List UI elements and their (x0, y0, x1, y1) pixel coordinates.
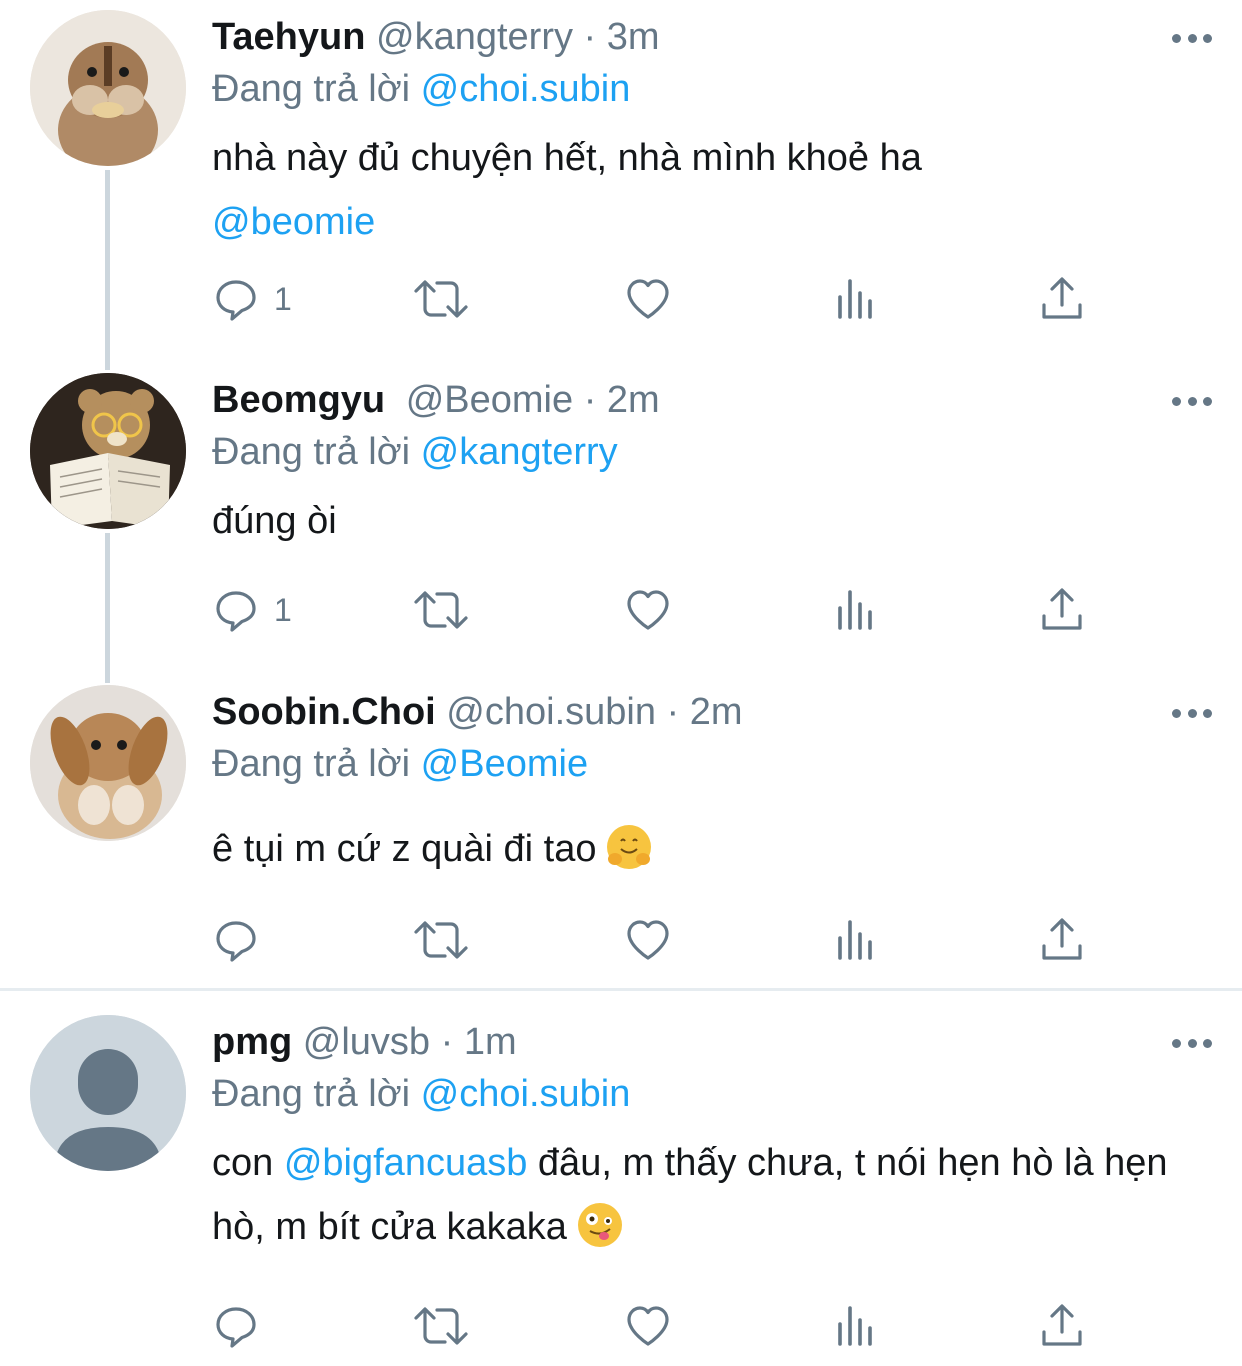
retweet-icon (414, 591, 468, 629)
tweet-mention[interactable]: @bigfancuasb (284, 1142, 528, 1184)
share-icon (1042, 277, 1082, 319)
tweet-body-text: ê tụi m cứ z quài đi tao (212, 828, 597, 870)
tweet[interactable]: Taehyun @kangterry · 3m Đang trả lời @ch… (0, 0, 1242, 360)
analytics-button[interactable] (832, 274, 880, 324)
like-icon (627, 1306, 669, 1346)
separator-dot: · (583, 16, 597, 58)
like-button[interactable] (624, 1301, 672, 1351)
tweet-text: nhà này đủ chuyện hết, nhà mình khoẻ ha … (212, 126, 1212, 254)
retweet-icon (414, 280, 468, 318)
author-name[interactable]: Soobin.Choi (212, 691, 436, 733)
share-button[interactable] (1038, 915, 1086, 965)
tweet-body-prefix: con (212, 1142, 274, 1184)
more-icon[interactable] (1172, 28, 1212, 48)
tweet-actions: 1 (212, 585, 1092, 635)
share-button[interactable] (1038, 585, 1086, 635)
analytics-button[interactable] (832, 915, 880, 965)
replying-to-mention[interactable]: @choi.subin (421, 68, 631, 110)
share-icon (1042, 918, 1082, 960)
separator-dot: · (666, 691, 680, 733)
like-icon (627, 590, 669, 630)
share-icon (1042, 588, 1082, 630)
retweet-button[interactable] (412, 585, 470, 635)
analytics-icon (838, 1306, 872, 1346)
share-button[interactable] (1038, 274, 1086, 324)
reply-button[interactable] (212, 915, 274, 965)
retweet-icon (414, 921, 468, 959)
timestamp[interactable]: 3m (607, 16, 660, 58)
more-icon[interactable] (1172, 1033, 1212, 1053)
tweet-text: đúng òi (212, 489, 1212, 553)
like-button[interactable] (624, 915, 672, 965)
author-handle[interactable]: @luvsb (303, 1021, 430, 1063)
analytics-button[interactable] (832, 585, 880, 635)
tweet-mention[interactable]: @beomie (212, 201, 375, 243)
avatar[interactable] (30, 1015, 186, 1171)
bear-reading-avatar-image (30, 373, 186, 529)
avatar[interactable] (30, 10, 186, 166)
author-handle[interactable]: @kangterry (376, 16, 573, 58)
timestamp[interactable]: 1m (464, 1021, 517, 1063)
replying-to-mention[interactable]: @Beomie (421, 743, 588, 785)
reply-count: 1 (274, 591, 292, 628)
analytics-icon (838, 279, 872, 319)
share-button[interactable] (1038, 1301, 1086, 1351)
author-name[interactable]: Taehyun (212, 16, 365, 58)
like-button[interactable] (624, 585, 672, 635)
tweet-actions (212, 915, 1092, 965)
retweet-button[interactable] (412, 915, 470, 965)
tweet[interactable]: Beomgyu @Beomie · 2m Đang trả lời @kangt… (0, 363, 1242, 683)
like-button[interactable] (624, 274, 672, 324)
separator-dot: · (440, 1021, 454, 1063)
replying-to-mention[interactable]: @choi.subin (421, 1073, 631, 1115)
reply-icon (216, 921, 256, 962)
reply-button[interactable]: 1 (212, 585, 292, 635)
replying-label: Đang trả lời (212, 1073, 411, 1115)
timestamp[interactable]: 2m (690, 691, 743, 733)
more-icon[interactable] (1172, 391, 1212, 411)
tweet[interactable]: Soobin.Choi @choi.subin · 2m Đang trả lờ… (0, 675, 1242, 985)
reply-count: 1 (274, 280, 292, 317)
tweet-body-text: nhà này đủ chuyện hết, nhà mình khoẻ ha (212, 137, 922, 179)
reply-icon (216, 591, 256, 632)
replying-label: Đang trả lời (212, 68, 411, 110)
author-name[interactable]: Beomgyu (212, 379, 385, 421)
analytics-button[interactable] (832, 1301, 880, 1351)
separator-dot: · (583, 379, 597, 421)
like-icon (627, 920, 669, 960)
avatar[interactable] (30, 373, 186, 529)
retweet-button[interactable] (412, 274, 470, 324)
replying-to-mention[interactable]: @kangterry (421, 431, 618, 473)
analytics-icon (838, 920, 872, 960)
analytics-icon (838, 590, 872, 630)
share-icon (1042, 1304, 1082, 1346)
avatar[interactable] (30, 685, 186, 841)
author-handle[interactable]: @choi.subin (446, 691, 656, 733)
chipmunk-avatar-image (30, 10, 186, 166)
bunny-avatar-image (30, 685, 186, 841)
timestamp[interactable]: 2m (607, 379, 660, 421)
default-profile-icon (30, 1015, 186, 1171)
tweet-text: con @bigfancuasb đâu, m thấy chưa, t nói… (212, 1131, 1212, 1259)
reply-icon (216, 280, 256, 321)
author-handle[interactable]: @Beomie (406, 379, 573, 421)
tweet-actions (212, 1301, 1092, 1351)
replying-label: Đang trả lời (212, 743, 411, 785)
tweet-body-text: đúng òi (212, 500, 337, 542)
replying-label: Đang trả lời (212, 431, 411, 473)
tweet[interactable]: pmg @luvsb · 1m Đang trả lời @choi.subin… (0, 1005, 1242, 1366)
zany-face-emoji-icon (577, 1203, 622, 1247)
hugging-face-emoji-icon (607, 825, 652, 869)
reply-button[interactable] (212, 1301, 274, 1351)
retweet-icon (414, 1307, 468, 1345)
reply-button[interactable]: 1 (212, 274, 292, 324)
like-icon (627, 279, 669, 319)
tweet-actions: 1 (212, 274, 1092, 324)
reply-icon (216, 1307, 256, 1348)
tweet-text: ê tụi m cứ z quài đi tao (212, 817, 1212, 881)
retweet-button[interactable] (412, 1301, 470, 1351)
tweet-divider (0, 988, 1242, 991)
author-name[interactable]: pmg (212, 1021, 292, 1063)
more-icon[interactable] (1172, 703, 1212, 723)
